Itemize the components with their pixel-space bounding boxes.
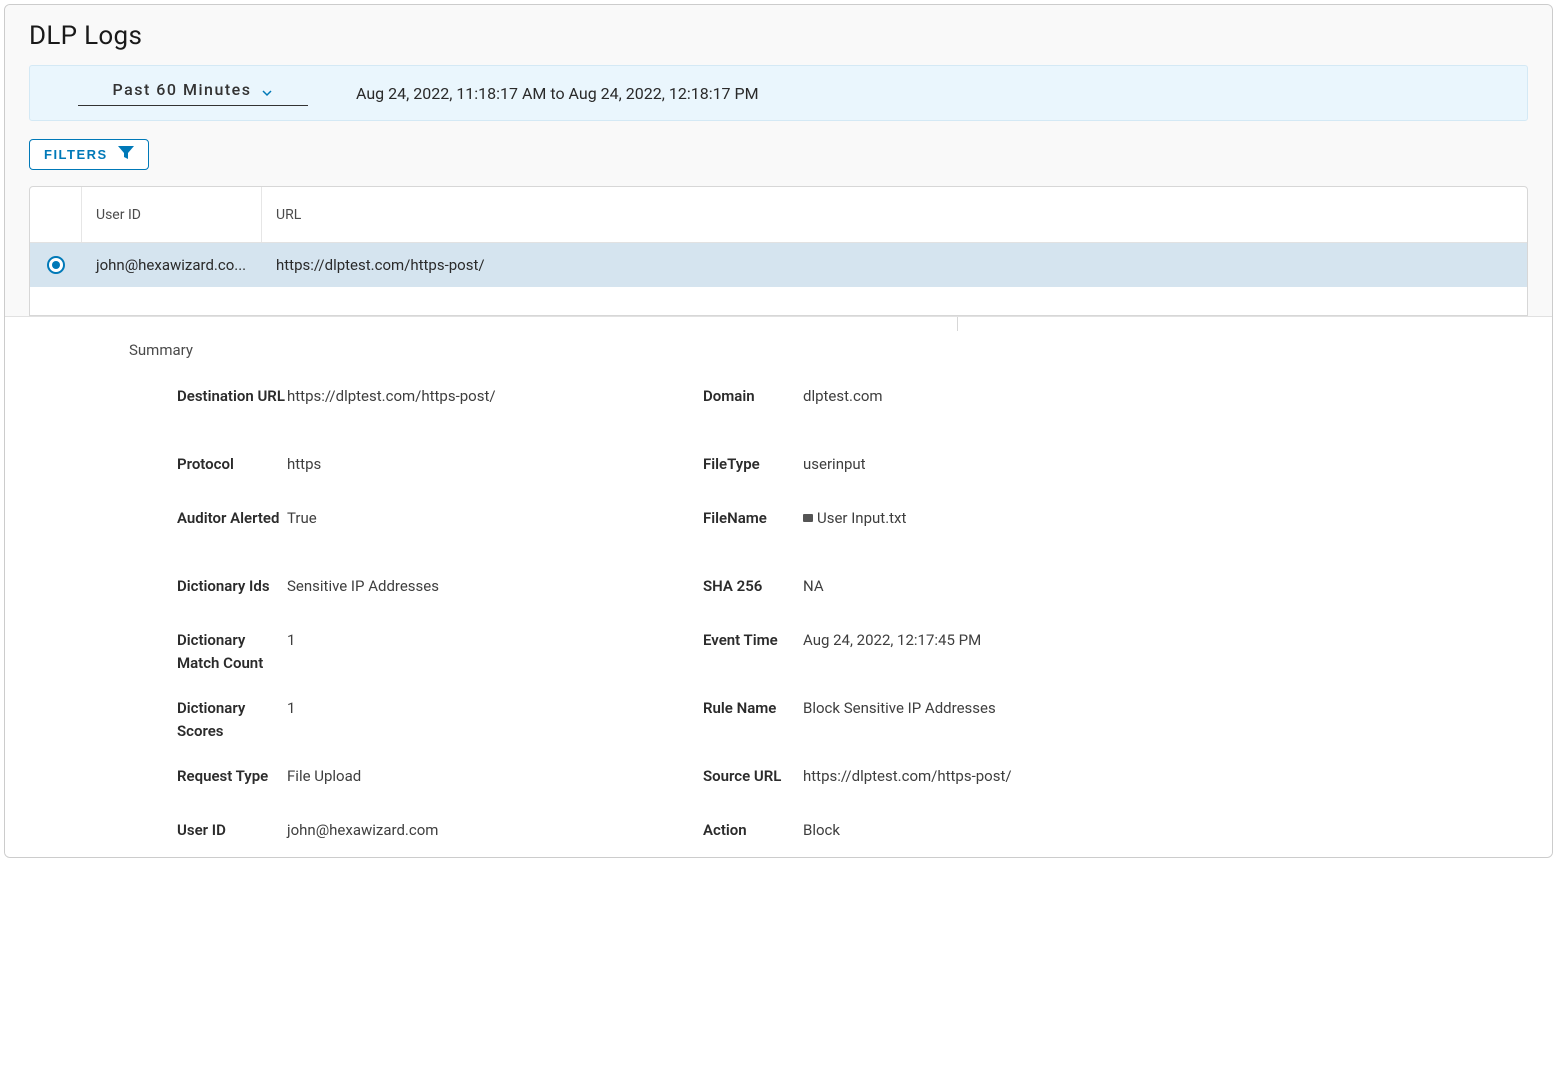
table-header-user-id[interactable]: User ID [82, 187, 262, 242]
label-filetype: FileType [703, 453, 803, 476]
label-rule-name: Rule Name [703, 697, 803, 720]
page-title: DLP Logs [29, 21, 1528, 51]
top-section: DLP Logs Past 60 Minutes Aug 24, 2022, 1… [5, 5, 1552, 317]
label-protocol: Protocol [177, 453, 287, 476]
filters-button-label: FILTERS [44, 147, 108, 162]
row-radio[interactable] [30, 256, 82, 274]
value-action: Block [803, 819, 840, 842]
label-dictionary-scores: Dictionary Scores [177, 697, 287, 744]
label-domain: Domain [703, 385, 803, 408]
label-source-url: Source URL [703, 765, 803, 788]
chevron-down-icon [261, 84, 273, 96]
value-user-id: john@hexawizard.com [287, 819, 438, 842]
value-filetype: userinput [803, 453, 866, 476]
value-domain: dlptest.com [803, 385, 883, 408]
label-filename: FileName [703, 507, 803, 530]
value-dictionary-ids: Sensitive IP Addresses [287, 575, 439, 598]
filters-button[interactable]: FILTERS [29, 139, 149, 170]
value-filename: User Input.txt [803, 507, 906, 530]
vertical-divider [957, 317, 958, 331]
summary-col-left: Destination URLhttps://dlptest.com/https… [177, 385, 703, 849]
cell-user-id: john@hexawizard.co... [82, 256, 262, 274]
value-event-time: Aug 24, 2022, 12:17:45 PM [803, 629, 981, 652]
app-frame: DLP Logs Past 60 Minutes Aug 24, 2022, 1… [4, 4, 1553, 858]
value-rule-name: Block Sensitive IP Addresses [803, 697, 996, 720]
summary-heading: Summary [129, 341, 1552, 359]
value-dictionary-match-count: 1 [287, 629, 295, 652]
value-destination-url: https://dlptest.com/https-post/ [287, 385, 496, 408]
label-dictionary-match-count: Dictionary Match Count [177, 629, 287, 676]
summary-details: Destination URLhttps://dlptest.com/https… [129, 385, 1552, 849]
label-auditor-alerted: Auditor Alerted [177, 507, 287, 530]
value-dictionary-scores: 1 [287, 697, 295, 720]
value-filename-text: User Input.txt [817, 509, 906, 527]
value-protocol: https [287, 453, 321, 476]
table-row[interactable]: john@hexawizard.co... https://dlptest.co… [30, 243, 1527, 287]
table-header: User ID URL [30, 187, 1527, 243]
value-source-url: https://dlptest.com/https-post/ [803, 765, 1012, 788]
table-header-url[interactable]: URL [262, 187, 1527, 242]
label-action: Action [703, 819, 803, 842]
label-event-time: Event Time [703, 629, 803, 652]
file-icon [803, 514, 813, 522]
label-request-type: Request Type [177, 765, 287, 788]
table-header-select [30, 187, 82, 242]
value-auditor-alerted: True [287, 507, 317, 530]
radio-icon [47, 256, 65, 274]
value-sha256: NA [803, 575, 824, 598]
filter-icon [118, 146, 134, 163]
time-range-select-label: Past 60 Minutes [113, 80, 252, 99]
value-request-type: File Upload [287, 765, 361, 788]
time-range-select[interactable]: Past 60 Minutes [78, 80, 308, 106]
logs-table: User ID URL john@hexawizard.co... https:… [29, 186, 1528, 316]
time-range-bar: Past 60 Minutes Aug 24, 2022, 11:18:17 A… [29, 65, 1528, 121]
label-dictionary-ids: Dictionary Ids [177, 575, 287, 598]
summary-col-right: Domaindlptest.com FileTypeuserinput File… [703, 385, 1229, 849]
details-section: Summary Destination URLhttps://dlptest.c… [5, 317, 1552, 857]
time-range-display: Aug 24, 2022, 11:18:17 AM to Aug 24, 202… [356, 84, 759, 103]
label-sha256: SHA 256 [703, 575, 803, 598]
label-destination-url: Destination URL [177, 385, 287, 408]
label-user-id: User ID [177, 819, 287, 842]
cell-url: https://dlptest.com/https-post/ [262, 256, 1527, 274]
